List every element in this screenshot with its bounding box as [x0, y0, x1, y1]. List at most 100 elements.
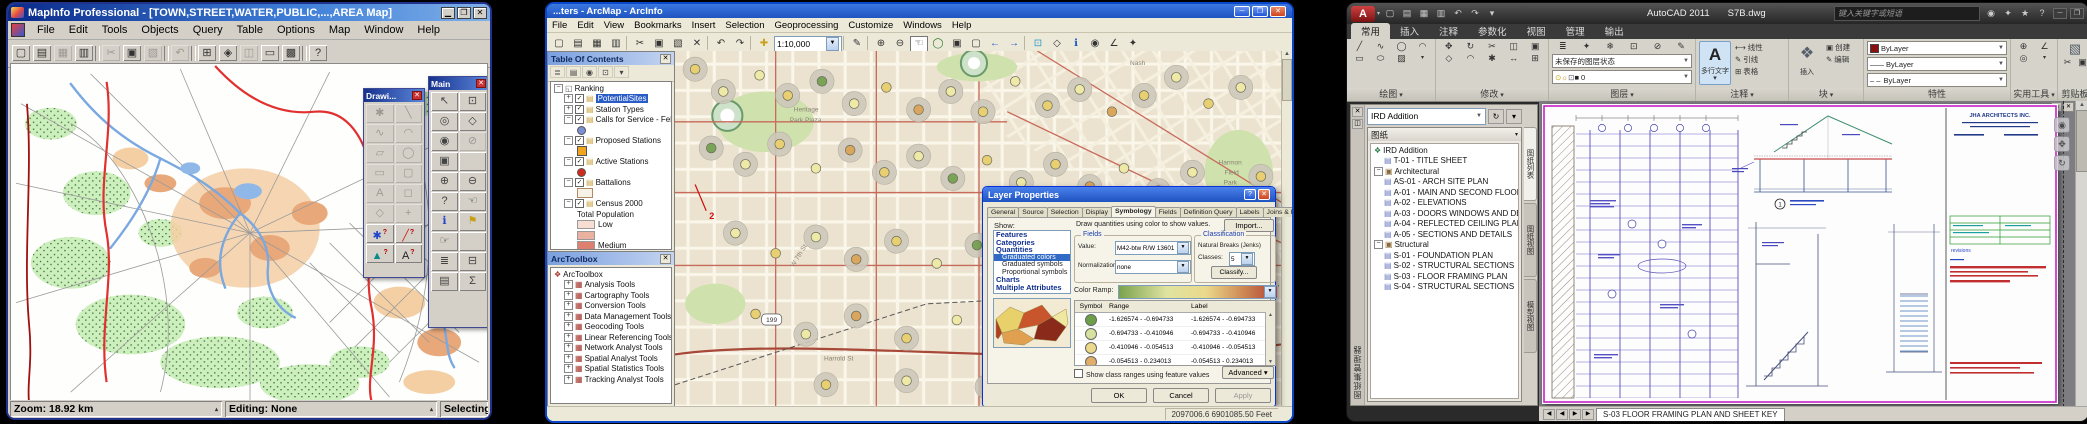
feature-values-checkbox[interactable]: Show class ranges using feature values [1074, 369, 1209, 379]
main-toolbar-titlebar[interactable]: Main ✕ [429, 77, 488, 90]
list-by-drawing-order-icon[interactable]: ≣ [550, 66, 565, 78]
menu-item[interactable]: Options [270, 23, 322, 37]
minimize-button[interactable]: ─ [1234, 6, 1250, 17]
search-go-icon[interactable]: ◉ [1983, 6, 1999, 21]
clipboard-panel-label[interactable]: 剪贴板 [2058, 88, 2087, 101]
list-by-visibility-icon[interactable]: ◉ [582, 66, 597, 78]
chevron-down-icon[interactable]: ▼ [1177, 242, 1189, 254]
maximize-button[interactable]: ❐ [1252, 6, 1268, 17]
edit-block-button[interactable]: ✎编辑 [1826, 53, 1860, 65]
sheets-panel-header[interactable]: 图纸▾ [1368, 128, 1521, 141]
close-button[interactable]: ✕ [1270, 6, 1286, 17]
toolbox-item[interactable]: Network Analyst Tools [551, 343, 671, 354]
color-ramp-combo[interactable]: ▼ [1118, 285, 1278, 299]
statistics-icon[interactable]: Σ [459, 272, 486, 291]
dialog-tab[interactable]: Source [1018, 207, 1048, 217]
erase-icon[interactable]: ◫ [1504, 41, 1524, 52]
arctoolbox-header[interactable]: ArcToolbox ✕ [548, 252, 674, 265]
auto-hide-icon[interactable]: ◫ [1352, 119, 1363, 129]
add-data-icon[interactable]: ✚ [755, 36, 773, 52]
layer-visibility-checkbox[interactable] [575, 115, 584, 124]
full-extent-icon[interactable]: ◯ [929, 36, 947, 52]
close-icon[interactable]: ✕ [1258, 189, 1270, 200]
toc-layer-item[interactable]: Battalions [551, 178, 671, 189]
measure-icon[interactable]: ∠ [1105, 36, 1123, 52]
menu-item[interactable]: Objects [134, 23, 185, 37]
toolbox-item[interactable]: Geocoding Tools [551, 322, 671, 333]
minimize-button[interactable]: ─ [2053, 8, 2067, 19]
layer-properties-icon[interactable]: ≣ [1552, 41, 1574, 52]
scale-icon[interactable]: ⊞ [1525, 53, 1545, 64]
drawing-toolbar-titlebar[interactable]: Drawi... ✕ [364, 89, 424, 102]
block-panel-label[interactable]: 块 [1789, 88, 1863, 101]
show-list-item[interactable]: Multiple Attributes [994, 284, 1070, 292]
new-table-icon[interactable]: ▢ [11, 44, 31, 62]
polygon-tool-icon[interactable]: ▱? [366, 144, 394, 163]
help-pointer-icon[interactable]: ? [308, 44, 328, 62]
paste-icon[interactable]: ▧ [143, 44, 163, 62]
close-icon[interactable]: ✕ [660, 254, 671, 264]
mirror-icon[interactable]: ◇ [1439, 53, 1459, 64]
viewport-close-icon[interactable]: ✕ [2063, 102, 2074, 112]
prev-layout-icon[interactable]: ◀ [1556, 409, 1568, 420]
sheet-tree-item[interactable]: T-01 - TITLE SHEET [1371, 156, 1518, 167]
first-layout-icon[interactable]: ◀ [1543, 409, 1555, 420]
toc-layer-item[interactable]: PotentialSites [551, 94, 671, 105]
change-view-icon[interactable]: ? [431, 192, 458, 211]
tree-expander-icon[interactable] [564, 157, 573, 166]
zoom-in-icon[interactable]: ⊕ [872, 36, 890, 52]
class-break-row[interactable]: -1.626574 - -0.694733 -1.626574 - -0.694… [1075, 313, 1275, 327]
new-browser-icon[interactable]: ⊞ [197, 44, 217, 62]
ribbon-tab[interactable]: 输出 [1595, 23, 1634, 39]
viewport-vertical-scrollbar[interactable]: ▲ [2075, 101, 2087, 407]
ok-button[interactable]: OK [1091, 388, 1147, 403]
copy-icon[interactable]: ▣ [122, 44, 142, 62]
zoom-out-icon[interactable]: ⊖ [459, 172, 486, 191]
ribbon-tab[interactable]: 注释 [1429, 23, 1468, 39]
toolbar-button[interactable] [191, 46, 196, 61]
menu-item[interactable]: Edit [572, 19, 598, 32]
menu-item[interactable]: Help [947, 19, 977, 32]
leader-button[interactable]: ✎引线 [1735, 53, 1785, 65]
chevron-down-icon[interactable]: ▾ [2035, 53, 2054, 64]
copy-clip-icon[interactable]: ▣ [2076, 57, 2087, 68]
select-tool-icon[interactable]: ↖ [431, 92, 458, 111]
tree-expander-icon[interactable] [564, 105, 573, 114]
toc-layer-item[interactable]: Proposed Stations [551, 136, 671, 147]
copy-icon[interactable]: ▣ [1525, 41, 1545, 52]
blank[interactable] [459, 232, 486, 251]
layer-visibility-checkbox[interactable] [575, 178, 584, 187]
ribbon-tab[interactable]: 参数化 [1468, 23, 1517, 39]
maximize-button[interactable]: ❐ [457, 7, 471, 19]
table-scrollbar[interactable]: ▲▼ [1265, 312, 1275, 365]
undo-icon[interactable]: ↶ [712, 36, 730, 52]
layer-tools[interactable]: ≣✦ ❄⊡ ⊘✎ [1552, 41, 1692, 52]
close-icon[interactable]: ✕ [476, 79, 486, 88]
class-color-swatch[interactable] [1085, 342, 1097, 354]
orbit-icon[interactable]: ↻ [2054, 155, 2070, 171]
layer-combo[interactable]: ⊙ ☼ ⊡ ■ 0 ▼ [1552, 70, 1692, 84]
tree-expander-icon[interactable] [554, 84, 563, 93]
dialog-tab[interactable]: General [987, 207, 1019, 217]
toolbar-button[interactable] [302, 46, 307, 61]
toolbar-button[interactable] [626, 36, 630, 50]
palette-tab[interactable]: 图纸列表 [1524, 127, 1537, 201]
rectangle-tool-icon[interactable]: ▭? [366, 164, 394, 183]
toolbox-item[interactable]: Spatial Analyst Tools [551, 353, 671, 364]
layer-visibility-checkbox[interactable] [575, 94, 584, 103]
save-table-icon[interactable]: ▦ [53, 44, 73, 62]
trim-icon[interactable]: ✂ [1482, 41, 1502, 52]
tree-expander-icon[interactable] [564, 364, 573, 373]
menu-item[interactable]: View [599, 19, 629, 32]
menu-item[interactable]: Bookmarks [629, 19, 687, 32]
toolbar-button[interactable] [95, 46, 100, 61]
class-color-swatch[interactable] [1085, 314, 1097, 326]
move-icon[interactable]: ✥ [1439, 41, 1459, 52]
symbol-style-icon[interactable]: ✱? [366, 224, 394, 243]
drag-map-icon[interactable]: ☞ [431, 232, 458, 251]
tree-expander-icon[interactable] [564, 280, 573, 289]
autocad-titlebar[interactable]: A ▾ ▢▤▦▥↶↷▾ AutoCAD 2011 S7B.dwg 键入关键字或短… [1347, 3, 2087, 24]
toolbar-button[interactable] [1024, 36, 1028, 50]
column-header[interactable]: Label [1189, 303, 1275, 310]
dialog-tab[interactable]: Definition Query [1180, 207, 1237, 217]
